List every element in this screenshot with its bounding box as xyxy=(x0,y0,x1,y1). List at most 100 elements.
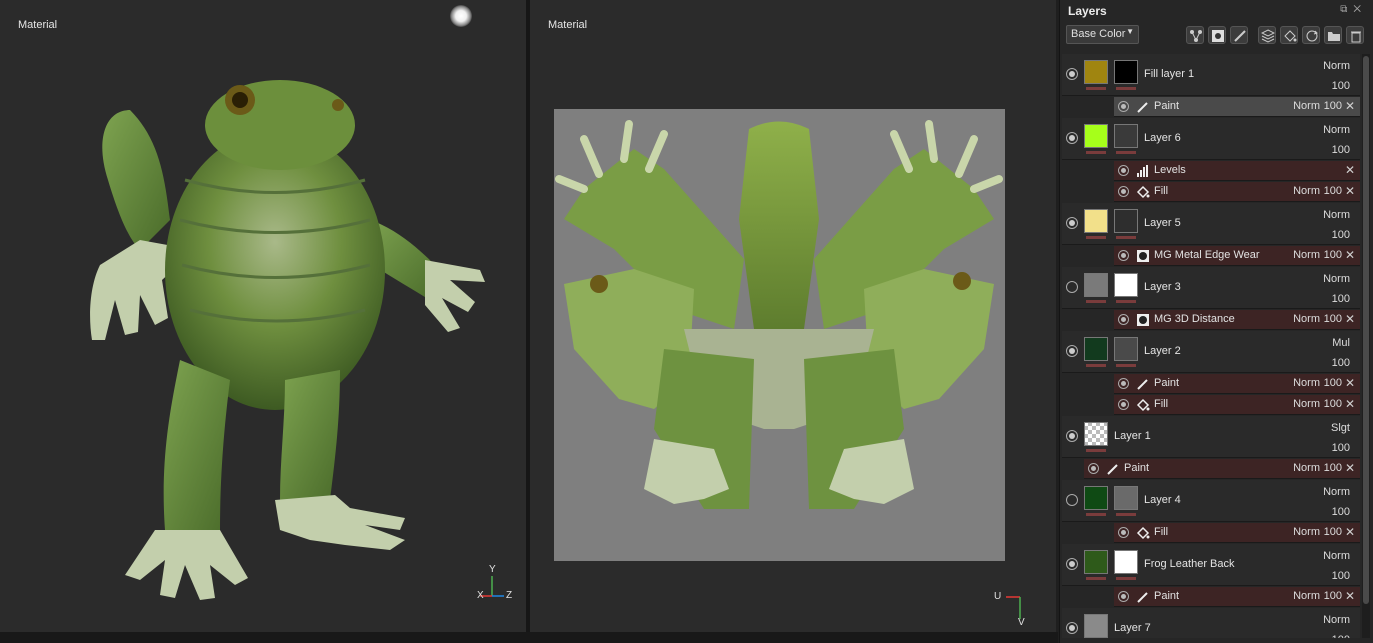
effect-row[interactable]: Paint Norm 100 ✕ xyxy=(1114,587,1360,607)
add-fill-button[interactable] xyxy=(1280,26,1298,44)
effect-visibility-icon[interactable] xyxy=(1118,250,1129,261)
layer-row[interactable]: Layer 5 Norm 100 xyxy=(1062,203,1360,245)
effect-name[interactable]: Fill xyxy=(1154,526,1168,538)
mask-thumbnail[interactable] xyxy=(1114,124,1138,148)
effect-visibility-icon[interactable] xyxy=(1118,591,1129,602)
smart-material-button[interactable] xyxy=(1302,26,1320,44)
effect-visibility-icon[interactable] xyxy=(1118,527,1129,538)
effect-name[interactable]: Paint xyxy=(1154,100,1179,112)
layer-name[interactable]: Layer 4 xyxy=(1144,494,1181,506)
remove-effect-icon[interactable]: ✕ xyxy=(1345,376,1355,390)
layer-opacity[interactable]: 100 xyxy=(1332,506,1350,518)
remove-effect-icon[interactable]: ✕ xyxy=(1345,397,1355,411)
layer-row[interactable]: Frog Leather Back Norm 100 xyxy=(1062,544,1360,586)
effect-visibility-icon[interactable] xyxy=(1118,314,1129,325)
visibility-toggle-icon[interactable] xyxy=(1066,68,1078,80)
effect-name[interactable]: MG Metal Edge Wear xyxy=(1154,249,1260,261)
add-layer-button[interactable] xyxy=(1258,26,1276,44)
effect-visibility-icon[interactable] xyxy=(1118,399,1129,410)
layer-blend-mode[interactable]: Norm xyxy=(1323,486,1350,498)
mask-thumbnail[interactable] xyxy=(1114,209,1138,233)
layer-name[interactable]: Layer 1 xyxy=(1114,430,1151,442)
effect-visibility-icon[interactable] xyxy=(1118,186,1129,197)
layer-thumbnail[interactable] xyxy=(1084,60,1108,84)
effect-row[interactable]: Fill Norm 100 ✕ xyxy=(1114,395,1360,415)
layer-thumbnail[interactable] xyxy=(1084,486,1108,510)
effect-blend-mode[interactable]: Norm xyxy=(1293,462,1320,474)
visibility-toggle-icon[interactable] xyxy=(1066,281,1078,293)
visibility-toggle-icon[interactable] xyxy=(1066,494,1078,506)
layer-row[interactable]: Layer 6 Norm 100 xyxy=(1062,118,1360,160)
effect-blend-mode[interactable]: Norm xyxy=(1293,313,1320,325)
effect-row[interactable]: Paint Norm 100 ✕ xyxy=(1084,459,1360,479)
layer-blend-mode[interactable]: Norm xyxy=(1323,550,1350,562)
effect-row[interactable]: MG 3D Distance Norm 100 ✕ xyxy=(1114,310,1360,330)
remove-effect-icon[interactable]: ✕ xyxy=(1345,184,1355,198)
effect-blend-mode[interactable]: Norm xyxy=(1293,249,1320,261)
remove-effect-icon[interactable]: ✕ xyxy=(1345,99,1355,113)
layer-opacity[interactable]: 100 xyxy=(1332,144,1350,156)
layer-opacity[interactable]: 100 xyxy=(1332,634,1350,638)
effect-name[interactable]: Fill xyxy=(1154,185,1168,197)
layers-scrollbar[interactable] xyxy=(1362,54,1370,638)
viewport-3d[interactable]: Material Y X Z xyxy=(0,0,526,632)
effect-button[interactable] xyxy=(1230,26,1248,44)
effect-visibility-icon[interactable] xyxy=(1118,101,1129,112)
layer-row[interactable]: Layer 1 Slgt 100 xyxy=(1062,416,1360,458)
effect-name[interactable]: Paint xyxy=(1124,462,1149,474)
layer-name[interactable]: Layer 2 xyxy=(1144,345,1181,357)
effect-row[interactable]: Paint Norm 100 ✕ xyxy=(1114,374,1360,394)
layer-opacity[interactable]: 100 xyxy=(1332,442,1350,454)
layer-thumbnail[interactable] xyxy=(1084,124,1108,148)
layer-row[interactable]: Layer 7 Norm 100 xyxy=(1062,608,1360,638)
effect-blend-mode[interactable]: Norm xyxy=(1293,590,1320,602)
layer-blend-mode[interactable]: Norm xyxy=(1323,273,1350,285)
layer-thumbnail[interactable] xyxy=(1084,614,1108,638)
layer-opacity[interactable]: 100 xyxy=(1332,570,1350,582)
visibility-toggle-icon[interactable] xyxy=(1066,132,1078,144)
effect-opacity[interactable]: 100 xyxy=(1324,377,1342,389)
effect-row[interactable]: Fill Norm 100 ✕ xyxy=(1114,523,1360,543)
light-icon[interactable] xyxy=(450,5,472,27)
effect-row[interactable]: Levels ✕ xyxy=(1114,161,1360,181)
mask-thumbnail[interactable] xyxy=(1114,550,1138,574)
layer-thumbnail[interactable] xyxy=(1084,550,1108,574)
layer-blend-mode[interactable]: Norm xyxy=(1323,614,1350,626)
layer-row[interactable]: Layer 2 Mul 100 xyxy=(1062,331,1360,373)
layer-thumbnail[interactable] xyxy=(1084,337,1108,361)
visibility-toggle-icon[interactable] xyxy=(1066,622,1078,634)
layer-blend-mode[interactable]: Slgt xyxy=(1331,422,1350,434)
effect-opacity[interactable]: 100 xyxy=(1324,526,1342,538)
mask-button[interactable] xyxy=(1208,26,1226,44)
mask-thumbnail[interactable] xyxy=(1114,60,1138,84)
effect-visibility-icon[interactable] xyxy=(1118,378,1129,389)
layer-row[interactable]: Layer 3 Norm 100 xyxy=(1062,267,1360,309)
effect-opacity[interactable]: 100 xyxy=(1324,313,1342,325)
layer-name[interactable]: Layer 6 xyxy=(1144,132,1181,144)
layer-thumbnail[interactable] xyxy=(1084,209,1108,233)
mask-thumbnail[interactable] xyxy=(1114,273,1138,297)
effect-blend-mode[interactable]: Norm xyxy=(1293,185,1320,197)
layer-blend-mode[interactable]: Norm xyxy=(1323,124,1350,136)
layer-opacity[interactable]: 100 xyxy=(1332,357,1350,369)
float-panel-icon[interactable]: ⧉ xyxy=(1340,4,1353,15)
remove-effect-icon[interactable]: ✕ xyxy=(1345,525,1355,539)
effect-name[interactable]: MG 3D Distance xyxy=(1154,313,1235,325)
mask-thumbnail[interactable] xyxy=(1114,337,1138,361)
layer-row[interactable]: Layer 4 Norm 100 xyxy=(1062,480,1360,522)
layer-row[interactable]: Fill layer 1 Norm 100 xyxy=(1062,54,1360,96)
effect-opacity[interactable]: 100 xyxy=(1324,398,1342,410)
visibility-toggle-icon[interactable] xyxy=(1066,217,1078,229)
effect-blend-mode[interactable]: Norm xyxy=(1293,100,1320,112)
remove-effect-icon[interactable]: ✕ xyxy=(1345,589,1355,603)
layer-name[interactable]: Layer 3 xyxy=(1144,281,1181,293)
effect-name[interactable]: Paint xyxy=(1154,590,1179,602)
remove-effect-icon[interactable]: ✕ xyxy=(1345,163,1355,177)
effect-row[interactable]: MG Metal Edge Wear Norm 100 ✕ xyxy=(1114,246,1360,266)
layer-name[interactable]: Frog Leather Back xyxy=(1144,558,1235,570)
effect-name[interactable]: Fill xyxy=(1154,398,1168,410)
visibility-toggle-icon[interactable] xyxy=(1066,558,1078,570)
viewport-2d[interactable]: Material U V xyxy=(530,0,1056,632)
panel-window-buttons[interactable]: ⧉✕ xyxy=(1340,4,1367,15)
nodes-button[interactable] xyxy=(1186,26,1204,44)
